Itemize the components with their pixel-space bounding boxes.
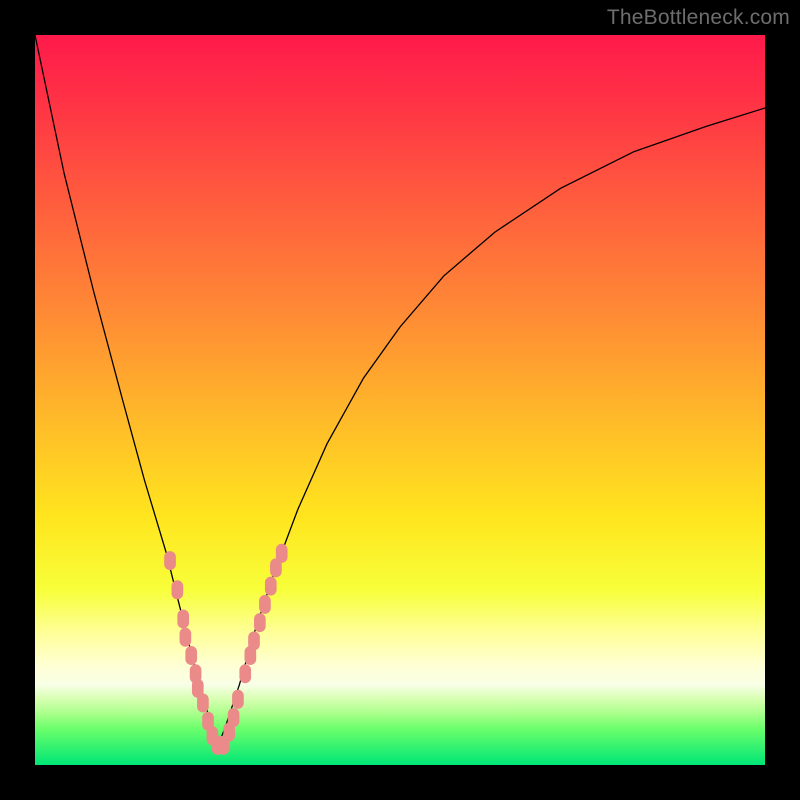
highlight-marker bbox=[185, 646, 197, 665]
chart-svg bbox=[35, 35, 765, 765]
highlight-marker bbox=[239, 664, 251, 683]
highlight-marker bbox=[248, 631, 260, 650]
highlight-marker bbox=[265, 577, 277, 596]
highlight-marker bbox=[177, 610, 189, 629]
highlight-marker bbox=[228, 708, 240, 727]
highlight-marker bbox=[259, 595, 271, 614]
plot-area bbox=[35, 35, 765, 765]
marker-group bbox=[164, 544, 287, 755]
highlight-marker bbox=[164, 551, 176, 570]
bottleneck-curve bbox=[35, 35, 765, 747]
highlight-marker bbox=[172, 580, 184, 599]
highlight-marker bbox=[276, 544, 288, 563]
highlight-marker bbox=[180, 628, 192, 647]
outer-frame: TheBottleneck.com bbox=[0, 0, 800, 800]
watermark-text: TheBottleneck.com bbox=[607, 6, 790, 30]
highlight-marker bbox=[232, 690, 244, 709]
highlight-marker bbox=[254, 613, 266, 632]
highlight-marker bbox=[197, 693, 209, 712]
